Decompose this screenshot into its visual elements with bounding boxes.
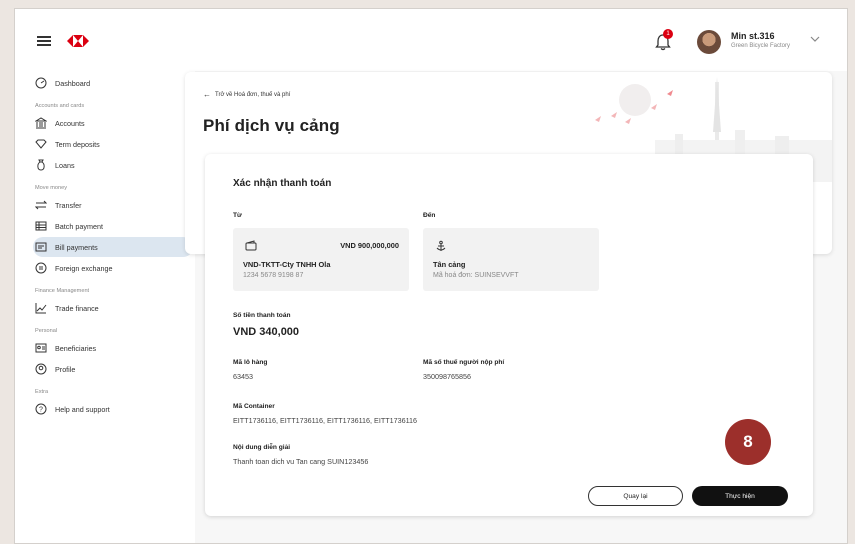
- profile-icon: [35, 363, 47, 375]
- sidebar-item-label: Trade finance: [55, 303, 99, 313]
- sidebar-item-label: Foreign exchange: [55, 263, 113, 273]
- diamond-icon: [35, 138, 47, 150]
- back-button[interactable]: Quay lại: [588, 486, 683, 506]
- chevron-down-icon[interactable]: [809, 33, 821, 45]
- from-account-number: 1234 5678 9198 87: [243, 272, 304, 279]
- avatar[interactable]: [697, 30, 721, 54]
- to-invoice-code: Mã hoá đơn: SUINSEVVFT: [433, 272, 519, 279]
- step-number-badge: 8: [725, 419, 771, 465]
- tax-value: 350098765856: [423, 372, 471, 381]
- from-label: Từ: [233, 212, 242, 219]
- from-balance: VND 900,000,000: [340, 241, 399, 250]
- exchange-icon: [35, 262, 47, 274]
- sidebar-item-label: Accounts: [55, 118, 85, 128]
- tax-label: Mã số thuế người nộp phí: [423, 359, 505, 366]
- sidebar-item-help[interactable]: ? Help and support: [33, 399, 193, 419]
- sidebar-item-label: Transfer: [55, 200, 82, 210]
- sidebar-item-loans[interactable]: Loans: [33, 155, 193, 175]
- lot-value: 63453: [233, 372, 253, 381]
- bank-icon: [35, 117, 47, 129]
- container-label: Mã Container: [233, 403, 275, 410]
- sidebar-item-label: Beneficiaries: [55, 343, 97, 353]
- transfer-icon: [35, 199, 47, 211]
- sidebar-item-foreign-exchange[interactable]: Foreign exchange: [33, 258, 193, 278]
- lot-label: Mã lô hàng: [233, 359, 268, 366]
- sidebar-section-personal: Personal: [35, 328, 58, 334]
- sidebar-section-extra: Extra: [35, 389, 49, 395]
- arrow-left-icon: ←: [203, 90, 211, 99]
- table-icon: [35, 220, 47, 232]
- payment-confirmation-card: Xác nhận thanh toán Từ Đến VND 900,000,0…: [205, 154, 813, 516]
- sidebar-item-label: Help and support: [55, 404, 110, 414]
- sidebar-item-trade-finance[interactable]: Trade finance: [33, 298, 193, 318]
- from-account-name: VND-TKTT-Cty TNHH Ola: [243, 260, 331, 269]
- sidebar-item-label: Term deposits: [55, 139, 100, 149]
- to-account-box: Tân cảng Mã hoá đơn: SUINSEVVFT: [423, 228, 599, 291]
- from-account-box: VND 900,000,000 VND-TKTT-Cty TNHH Ola 12…: [233, 228, 409, 291]
- to-account-name: Tân cảng: [433, 260, 466, 269]
- anchor-icon: [436, 240, 446, 251]
- menu-icon[interactable]: [37, 36, 51, 46]
- amount-label: Số tiền thanh toán: [233, 312, 291, 319]
- sidebar-item-label: Loans: [55, 160, 75, 170]
- back-link-label: Trở về Hoá đơn, thuế và phí: [215, 91, 291, 98]
- back-link[interactable]: ← Trở về Hoá đơn, thuế và phí: [203, 90, 290, 99]
- sidebar: Dashboard Accounts and cards Accounts Te…: [33, 73, 193, 420]
- page-title: Phí dịch vụ cảng: [203, 116, 340, 135]
- top-bar: 1 Min st.316 Green Bicycle Factory: [15, 9, 849, 69]
- user-company: Green Bicycle Factory: [731, 43, 791, 49]
- wallet-icon: [245, 240, 257, 251]
- sidebar-section-finance: Finance Management: [35, 288, 90, 294]
- contact-card-icon: [35, 342, 47, 354]
- sidebar-item-label: Batch payment: [55, 221, 103, 231]
- money-bag-icon: [35, 159, 47, 171]
- sidebar-section-move: Move money: [35, 185, 68, 191]
- user-name[interactable]: Min st.316: [731, 31, 775, 41]
- sidebar-item-label: Dashboard: [55, 78, 91, 88]
- sidebar-item-term-deposits[interactable]: Term deposits: [33, 134, 193, 154]
- app-window: 1 Min st.316 Green Bicycle Factory Dashb…: [14, 8, 848, 544]
- sidebar-item-label: Profile: [55, 364, 76, 374]
- sidebar-item-bill-payments[interactable]: Bill payments: [33, 237, 193, 257]
- chart-line-icon: [35, 302, 47, 314]
- to-label: Đến: [423, 212, 436, 219]
- card-title: Xác nhận thanh toán: [233, 178, 332, 189]
- sidebar-item-beneficiaries[interactable]: Beneficiaries: [33, 338, 193, 358]
- svg-text:?: ?: [39, 407, 43, 414]
- sidebar-item-dashboard[interactable]: Dashboard: [33, 73, 193, 93]
- sidebar-item-profile[interactable]: Profile: [33, 359, 193, 379]
- description-value: Thanh toan dich vu Tan cang SUIN123456: [233, 457, 369, 466]
- dashboard-icon: [35, 77, 47, 89]
- container-value: EITT1736116, EITT1736116, EITT1736116, E…: [233, 416, 418, 425]
- submit-button[interactable]: Thực hiện: [692, 486, 788, 506]
- sidebar-section-accounts: Accounts and cards: [35, 103, 85, 109]
- sidebar-item-transfer[interactable]: Transfer: [33, 195, 193, 215]
- sidebar-item-accounts[interactable]: Accounts: [33, 113, 193, 133]
- bill-icon: [35, 241, 47, 253]
- amount-value: VND 340,000: [233, 326, 300, 338]
- description-label: Nội dung diễn giải: [233, 444, 291, 451]
- help-icon: ?: [35, 403, 47, 415]
- sidebar-item-batch-payment[interactable]: Batch payment: [33, 216, 193, 236]
- bank-logo-icon[interactable]: [67, 33, 89, 49]
- notification-badge: 1: [663, 29, 673, 39]
- sidebar-item-label: Bill payments: [55, 242, 98, 252]
